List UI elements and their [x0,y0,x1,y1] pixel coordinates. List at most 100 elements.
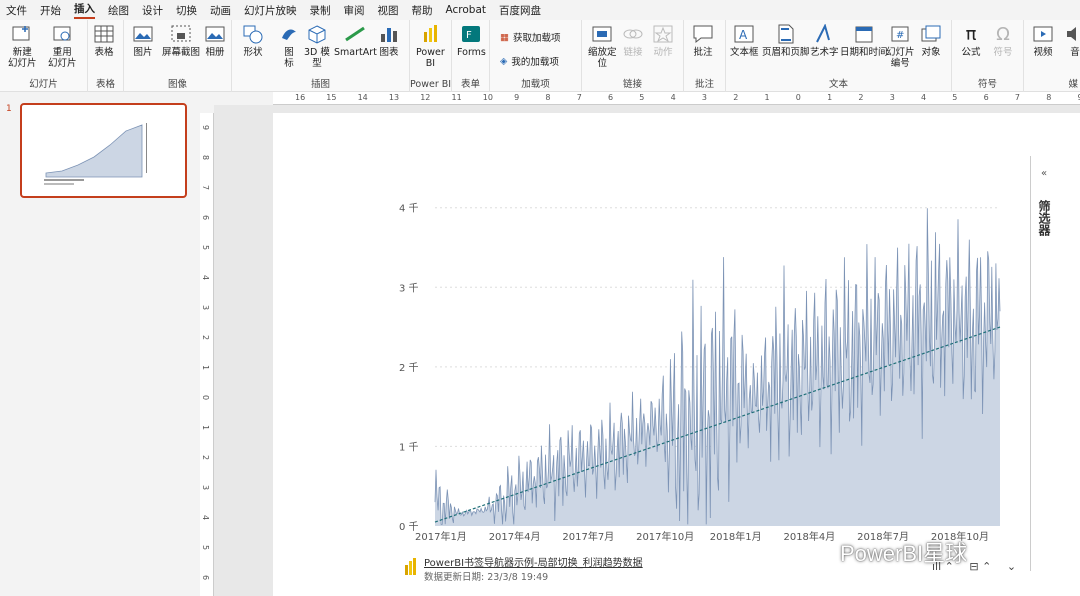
model3d-button[interactable]: 3D 模 型 [304,23,330,69]
group-forms: F Forms 表单 [452,20,490,92]
horizontal-ruler: 161514131211109876543210123456789 [273,92,1080,105]
profit-trend-chart: 0 千1 千2 千3 千4 千2017年1月 2017年4月 2017年7月 2017… [399,203,1001,543]
view-toolbar: ıll ⌃ ⊟ ⌃ ⌄ [932,560,1016,573]
menu-tab-8[interactable]: 录制 [310,3,331,18]
equation-button[interactable]: π 公式 [960,23,982,58]
menu-tab-13[interactable]: 百度网盘 [499,3,541,18]
video-button[interactable]: 视频 [1032,23,1054,58]
star-icon [652,23,674,45]
group-images: 图片 屏幕截图 相册 图像 [124,20,232,92]
group-media: 视频 音 媒 [1024,20,1080,92]
screenshot-label: 屏幕截图 [162,47,201,58]
video-icon [1032,23,1054,45]
screenshot-icon [170,23,192,45]
ribbon: 新建 幻灯片 重用 幻灯片 幻灯片 表格 表格 图片 屏幕截图 相册 图像 形状… [0,20,1080,92]
album-icon [204,23,226,45]
icons-label: 图 标 [284,47,294,69]
icons-button[interactable]: 图 标 [278,23,300,69]
report-updated-date: 数据更新日期: 23/3/8 19:49 [424,572,549,583]
ruler-v-tick: 4 [201,514,211,521]
header-footer-button[interactable]: 页眉和页脚 [762,23,810,58]
ruler-h-tick: 2 [733,93,739,102]
menu-tab-3[interactable]: 绘图 [108,3,129,18]
datetime-button[interactable]: 日期和时间 [840,23,888,58]
link-button[interactable]: 链接 [622,23,644,58]
album-button[interactable]: 相册 [204,23,226,58]
chart-label: 图表 [379,47,399,58]
powerbi-icon [419,23,441,45]
object-label: 对象 [921,47,941,58]
powerbi-button[interactable]: Power BI [416,23,445,69]
my-addins-button[interactable]: ◈ 我的加载项 [500,54,559,69]
reuse-slide-button[interactable]: 重用 幻灯片 [48,23,77,69]
ruler-v-tick: 5 [201,544,211,551]
textbox-button[interactable]: A 文本框 [730,23,759,58]
action-button[interactable]: 动作 [652,23,674,58]
picture-label: 图片 [133,47,153,58]
report-title-link[interactable]: PowerBI书签导航器示例-局部切换_利润趋势数据 [424,554,643,569]
group-label-tables: 表格 [95,79,115,90]
x-tick-label: 2017年4月 [489,530,541,543]
menu-tab-7[interactable]: 幻灯片放映 [244,3,297,18]
menu-tab-5[interactable]: 切换 [176,3,197,18]
cube-icon [306,23,328,45]
ruler-h-tick: 4 [670,93,676,102]
menu-tab-0[interactable]: 文件 [6,3,27,18]
ruler-v-tick: 9 [201,124,211,131]
calendar-icon [853,23,875,45]
screenshot-button[interactable]: 屏幕截图 [162,23,200,58]
menu-tab-2[interactable]: 插入 [74,1,95,19]
ruler-v-tick: 5 [201,244,211,251]
get-addins-label: 获取加载项 [512,33,561,44]
wordart-button[interactable]: 艺术字 [810,23,839,58]
group-illustrations: 形状 图 标 3D 模 型 SmartArt 图表 插图 [232,20,410,92]
menu-tab-11[interactable]: 帮助 [412,3,433,18]
shapes-label: 形状 [243,47,263,58]
ruler-v-tick: 1 [201,424,211,431]
table-label: 表格 [94,47,114,58]
menu-tab-4[interactable]: 设计 [142,3,163,18]
table-button[interactable]: 表格 [93,23,115,58]
model3d-label: 3D 模 型 [304,47,330,69]
action-label: 动作 [653,47,673,58]
svg-text:A: A [739,28,748,42]
get-addins-button[interactable]: ▦ 获取加载项 [500,30,561,45]
group-label-symbols: 符号 [977,79,997,90]
slide-thumbnail[interactable] [20,103,187,198]
symbol-button[interactable]: Ω 符号 [992,23,1014,58]
menu-tab-10[interactable]: 视图 [378,3,399,18]
menu-tab-1[interactable]: 开始 [40,3,61,18]
ruler-h-tick: 14 [357,93,368,102]
expand-icon[interactable]: ⌄ [1007,560,1016,573]
picture-icon [132,23,154,45]
forms-button[interactable]: F Forms [457,23,486,58]
filter-pane-label: 筛选器 [1037,200,1051,236]
comment-button[interactable]: 批注 [692,23,714,58]
new-slide-button[interactable]: 新建 幻灯片 [8,23,37,69]
object-button[interactable]: 对象 [920,23,942,58]
slide-number-button[interactable]: # 幻灯片 编号 [886,23,915,69]
x-tick-label: 2018年4月 [783,530,835,543]
picture-button[interactable]: 图片 [132,23,154,58]
table-view-icon[interactable]: ⊟ ⌃ [969,560,991,573]
group-label-forms: 表单 [460,79,480,90]
chart-button[interactable]: 图表 [378,23,400,58]
table-icon [93,23,115,45]
smartart-button[interactable]: SmartArt [334,23,377,58]
collapse-icon[interactable]: « [1041,168,1047,179]
shapes-button[interactable]: 形状 [242,23,264,58]
zoom-button[interactable]: 缩放定 位 [588,23,617,69]
object-icon [920,23,942,45]
group-label-powerbi: Power BI [410,79,452,90]
chart-view-icon[interactable]: ıll ⌃ [932,560,954,573]
ruler-v-tick: 7 [201,184,211,191]
forms-icon: F [460,23,482,45]
audio-button[interactable]: 音 [1064,23,1080,58]
menu-tab-12[interactable]: Acrobat [446,4,487,16]
menu-tab-9[interactable]: 审阅 [344,3,365,18]
header-footer-icon [775,23,797,45]
group-addins: ▦ 获取加载项 ◈ 我的加载项 加载项 [490,20,582,92]
menu-tab-6[interactable]: 动画 [210,3,231,18]
new-slide-icon [11,23,33,45]
y-tick-label: 2 千 [399,362,419,374]
